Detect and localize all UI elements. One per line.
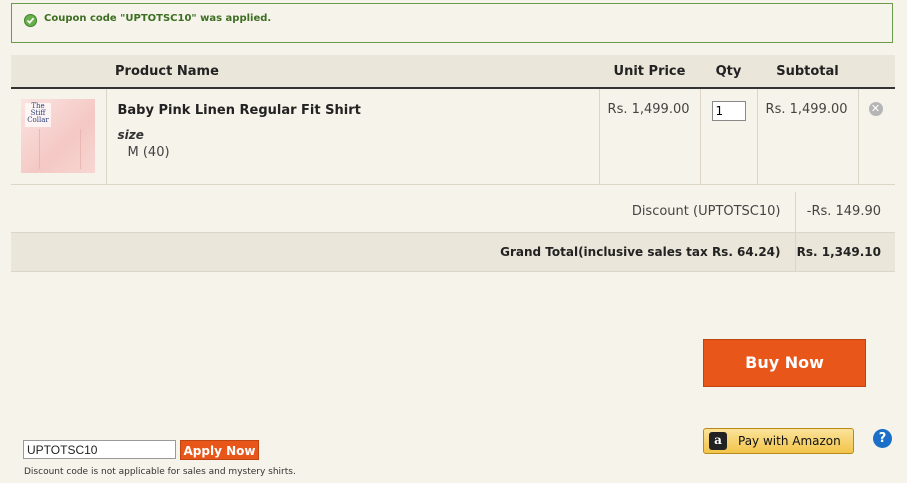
qty-cell xyxy=(699,88,757,185)
unit-price: Rs. 1,499.00 xyxy=(598,88,700,185)
option-value: M (40) xyxy=(127,145,170,160)
discount-value: -Rs. 149.90 xyxy=(794,192,895,232)
header-qty: Qty xyxy=(700,55,757,89)
apply-coupon-button[interactable]: Apply Now xyxy=(180,440,259,460)
check-circle-icon xyxy=(24,14,37,27)
remove-cell: ✕ xyxy=(857,88,895,185)
cart-table-header: Product Name Unit Price Qty Subtotal xyxy=(11,55,895,89)
remove-icon[interactable]: ✕ xyxy=(868,102,883,116)
header-image xyxy=(11,55,106,89)
pay-with-amazon-label: Pay with Amazon xyxy=(738,434,841,448)
grand-total-label: Grand Total(inclusive sales tax Rs. 64.2… xyxy=(11,231,795,272)
header-remove xyxy=(858,55,895,89)
product-info-cell: Baby Pink Linen Regular Fit Shirt size M… xyxy=(105,88,599,185)
discount-label: Discount (UPTOTSC10) xyxy=(631,204,781,220)
product-image-cell: The Stiff Collar xyxy=(11,88,106,185)
brand-logo: The Stiff Collar xyxy=(25,103,51,127)
product-image[interactable]: The Stiff Collar xyxy=(21,99,95,173)
shirt-detail xyxy=(39,129,81,169)
table-row: The Stiff Collar Baby Pink Linen Regular… xyxy=(11,88,895,185)
qty-input[interactable] xyxy=(711,101,746,121)
grand-total-row: Grand Total(inclusive sales tax Rs. 64.2… xyxy=(11,231,895,272)
pay-with-amazon-button[interactable]: a Pay with Amazon xyxy=(703,428,854,454)
header-product-name: Product Name xyxy=(106,55,599,89)
option-label: size xyxy=(117,128,144,142)
discount-row: Discount (UPTOTSC10) -Rs. 149.90 xyxy=(11,192,895,232)
amazon-icon: a xyxy=(709,432,727,450)
product-name[interactable]: Baby Pink Linen Regular Fit Shirt xyxy=(118,103,599,118)
totals-table: Discount (UPTOTSC10) -Rs. 149.90 Grand T… xyxy=(11,192,895,272)
success-message-text: Coupon code "UPTOTSC10" was applied. xyxy=(44,13,272,24)
buy-now-button[interactable]: Buy Now xyxy=(703,339,866,387)
header-subtotal: Subtotal xyxy=(757,55,858,89)
coupon-note: Discount code is not applicable for sale… xyxy=(24,467,296,477)
cart-table: Product Name Unit Price Qty Subtotal The… xyxy=(11,55,895,185)
subtotal: Rs. 1,499.00 xyxy=(756,88,858,185)
success-message: Coupon code "UPTOTSC10" was applied. xyxy=(11,3,893,43)
header-unit-price: Unit Price xyxy=(599,55,700,89)
help-icon[interactable]: ? xyxy=(873,429,892,448)
coupon-input[interactable] xyxy=(23,440,176,459)
grand-total-value: Rs. 1,349.10 xyxy=(794,231,895,272)
